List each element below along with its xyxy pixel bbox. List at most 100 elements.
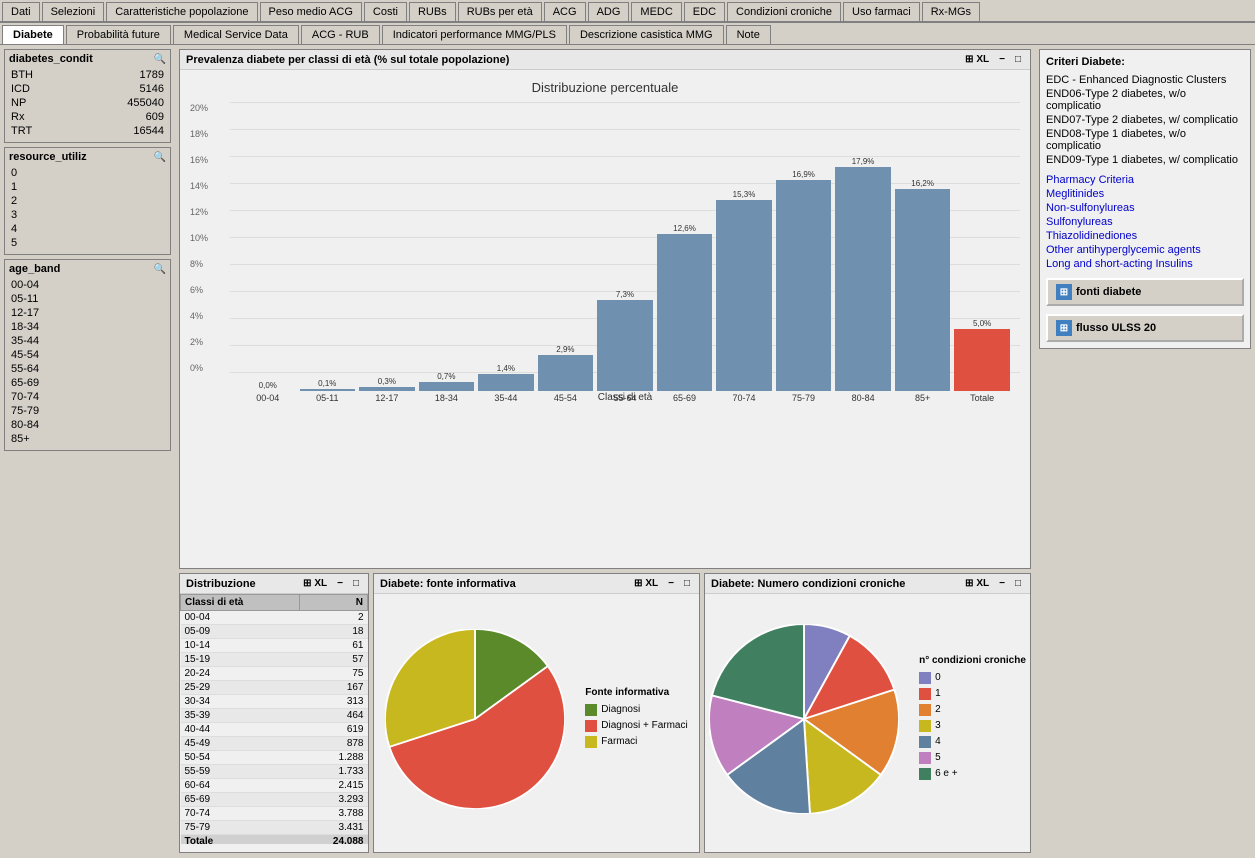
bar-item: 16,9%75-79 [776,103,832,403]
second-tab-descrizione-casistica-mmg[interactable]: Descrizione casistica MMG [569,25,724,44]
top-tab-adg[interactable]: ADG [588,2,630,21]
filter-item[interactable]: 2 [11,194,164,208]
top-tab-edc[interactable]: EDC [684,2,725,21]
filter-item[interactable]: 65-69 [11,376,164,390]
top-tab-rubs[interactable]: RUBs [409,2,456,21]
second-tab-probabilità-future[interactable]: Probabilità future [66,25,171,44]
dist-maximize[interactable]: □ [350,577,362,590]
pharmacy-criteria-item[interactable]: Long and short-acting Insulins [1046,258,1244,270]
filter-item[interactable]: 70-74 [11,390,164,404]
bar-value-label: 0,0% [259,381,277,390]
filter-item[interactable]: 55-64 [11,362,164,376]
fonte-maximize[interactable]: □ [681,577,693,590]
top-tab-dati[interactable]: Dati [2,2,40,21]
action-btn-flusso-ulss-20[interactable]: ⊞flusso ULSS 20 [1046,314,1244,342]
filter-item[interactable]: 0 [11,166,164,180]
main-chart-minimize[interactable]: − [996,53,1008,66]
filter-item[interactable]: 05-11 [11,292,164,306]
top-tab-caratteristiche-popolazione[interactable]: Caratteristiche popolazione [106,2,257,21]
top-tab-acg[interactable]: ACG [544,2,586,21]
bottom-row: Distribuzione ⊞ XL − □ Classi di età N [179,573,1031,853]
top-tab-costi[interactable]: Costi [364,2,407,21]
action-btn-fonti-diabete[interactable]: ⊞fonti diabete [1046,278,1244,306]
pharmacy-criteria-item[interactable]: Sulfonylureas [1046,216,1244,228]
top-tab-uso-farmaci[interactable]: Uso farmaci [843,2,920,21]
search-icon-age[interactable]: 🔍 [154,264,166,275]
dist-xl[interactable]: ⊞ XL [300,577,330,590]
top-tab-medc[interactable]: MEDC [631,2,681,21]
filter-item[interactable]: 1 [11,180,164,194]
bar-rect [716,200,772,391]
second-tab-indicatori-performance-mmg/pls[interactable]: Indicatori performance MMG/PLS [382,25,567,44]
filter-item[interactable]: TRT16544 [11,124,164,138]
fonte-header: Diabete: fonte informativa ⊞ XL − □ [374,574,699,594]
filter-item[interactable]: 12-17 [11,306,164,320]
dist-age: 40-44 [181,723,300,737]
filter-item[interactable]: ICD5146 [11,82,164,96]
filter-item[interactable]: 85+ [11,432,164,446]
top-tab-selezioni[interactable]: Selezioni [42,2,105,21]
legend-item: 3 [919,720,1026,732]
filter-item[interactable]: BTH1789 [11,68,164,82]
main-chart-xl[interactable]: ⊞ XL [962,53,992,66]
bar-value-label: 2,9% [556,345,574,354]
filter-header-age: age_band 🔍 [7,262,168,276]
top-tab-rx-mgs[interactable]: Rx-MGs [922,2,980,21]
condizioni-xl[interactable]: ⊞ XL [962,577,992,590]
filter-item[interactable]: Rx609 [11,110,164,124]
second-tab-medical-service-data[interactable]: Medical Service Data [173,25,299,44]
bar-rect [954,329,1010,392]
filter-item[interactable]: 00-04 [11,278,164,292]
condizioni-maximize[interactable]: □ [1012,577,1024,590]
search-icon-diabetes[interactable]: 🔍 [154,54,166,65]
criteria-edc-item: END08-Type 1 diabetes, w/o complicatio [1046,128,1244,152]
filter-label-age: age_band [9,263,60,275]
filter-item[interactable]: 5 [11,236,164,250]
criteria-pharmacy-section: Pharmacy Criteria Meglitinides Non-sulfony… [1046,174,1244,270]
pharmacy-criteria-item[interactable]: Other antihyperglycemic agents [1046,244,1244,256]
top-tab-condizioni-croniche[interactable]: Condizioni croniche [727,2,841,21]
filter-item-label: 0 [11,167,17,179]
distribution-table: Classi di età N 00-04205-091810-146115-1… [180,594,368,844]
second-tab-diabete[interactable]: Diabete [2,25,64,44]
bar-value-label: 7,3% [616,290,634,299]
dist-scroll[interactable]: Classi di età N 00-04205-091810-146115-1… [180,594,368,844]
filter-item[interactable]: 35-44 [11,334,164,348]
dist-n: 3.431 [299,821,367,835]
diabetes-filter-items: BTH1789ICD5146NP455040Rx609TRT16544 [7,66,168,140]
bar-value-label: 0,7% [437,372,455,381]
filter-item-value: 455040 [127,97,164,109]
pharmacy-criteria-title[interactable]: Pharmacy Criteria [1046,174,1244,186]
dist-age: 25-29 [181,681,300,695]
condizioni-minimize[interactable]: − [996,577,1008,590]
table-row: 10-1461 [181,639,368,653]
main-chart-maximize[interactable]: □ [1012,53,1024,66]
filter-item[interactable]: 80-84 [11,418,164,432]
second-tab-note[interactable]: Note [726,25,771,44]
pharmacy-criteria-item[interactable]: Non-sulfonylureas [1046,202,1244,214]
top-tab-rubs-per-età[interactable]: RUBs per età [458,2,542,21]
search-icon-resource[interactable]: 🔍 [154,152,166,163]
table-row: 20-2475 [181,667,368,681]
dist-age: 10-14 [181,639,300,653]
pharmacy-criteria-item[interactable]: Meglitinides [1046,188,1244,200]
bar-rect [895,189,951,392]
filter-item[interactable]: 4 [11,222,164,236]
second-tab-acg---rub[interactable]: ACG - RUB [301,25,380,44]
table-row: 70-743.788 [181,807,368,821]
fonte-minimize[interactable]: − [665,577,677,590]
fonte-xl[interactable]: ⊞ XL [631,577,661,590]
bar-rect [835,167,891,391]
filter-item[interactable]: NP455040 [11,96,164,110]
filter-item[interactable]: 3 [11,208,164,222]
filter-item[interactable]: 18-34 [11,320,164,334]
criteria-title: Criteri Diabete: [1046,56,1244,68]
filter-item[interactable]: 75-79 [11,404,164,418]
dist-n: 167 [299,681,367,695]
bar-item: 16,2%85+ [895,103,951,403]
top-tab-peso-medio-acg[interactable]: Peso medio ACG [260,2,362,21]
dist-minimize[interactable]: − [334,577,346,590]
pharmacy-criteria-item[interactable]: Thiazolidinediones [1046,230,1244,242]
filter-item[interactable]: 45-54 [11,348,164,362]
legend-item: Diagnosi [585,704,687,716]
